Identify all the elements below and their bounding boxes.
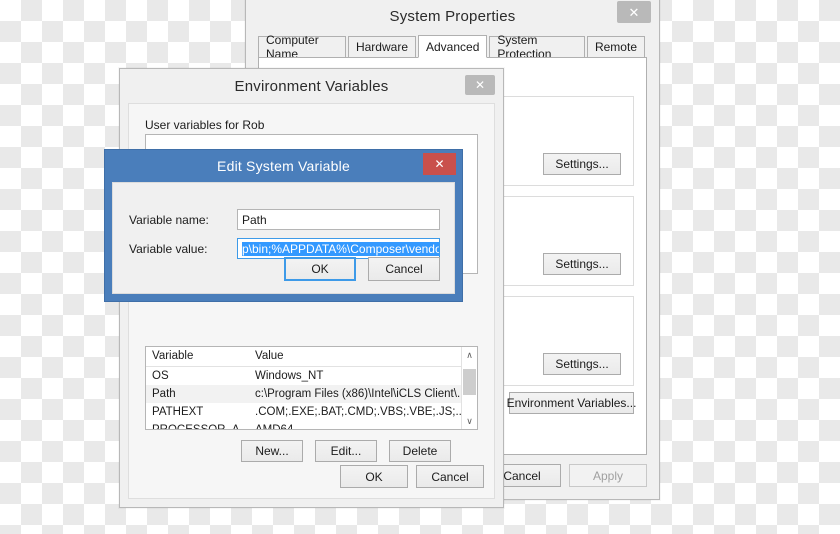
tab-hardware[interactable]: Hardware: [347, 36, 416, 57]
delete-variable-button[interactable]: Delete: [389, 440, 451, 462]
edit-system-variable-titlebar: Edit System Variable ✕: [105, 150, 462, 182]
table-row[interactable]: OS Windows_NT: [146, 367, 477, 385]
close-icon[interactable]: ✕: [465, 75, 495, 95]
performance-settings-button[interactable]: Settings...: [543, 153, 621, 175]
column-header-value[interactable]: Value: [249, 347, 477, 366]
close-icon[interactable]: ✕: [617, 1, 651, 23]
edit-system-variable-body: Variable name: Path Variable value: p\bi…: [112, 182, 455, 294]
environment-variables-cancel-button[interactable]: Cancel: [416, 465, 484, 488]
cell-value: Windows_NT: [255, 370, 324, 382]
startup-recovery-settings-button[interactable]: Settings...: [543, 353, 621, 375]
new-variable-button[interactable]: New...: [241, 440, 303, 462]
tab-advanced[interactable]: Advanced: [418, 35, 488, 58]
variable-value-row: Variable value: p\bin;%APPDATA%\Composer…: [129, 238, 440, 259]
table-header-row: Variable Value: [146, 347, 477, 367]
cell-value: .COM;.EXE;.BAT;.CMD;.VBS;.VBE;.JS;....: [255, 406, 469, 418]
tab-remote[interactable]: Remote: [586, 36, 645, 57]
variable-value-label: Variable value:: [129, 241, 208, 256]
cell-variable: PATHEXT: [152, 406, 204, 418]
scrollbar-thumb[interactable]: [463, 369, 476, 395]
edit-cancel-button[interactable]: Cancel: [368, 257, 440, 281]
variable-name-input[interactable]: Path: [237, 209, 440, 230]
scroll-down-icon[interactable]: ∨: [462, 413, 477, 429]
scroll-up-icon[interactable]: ∧: [462, 347, 477, 363]
close-icon[interactable]: ✕: [423, 153, 456, 175]
system-properties-tabstrip: Computer Name Hardware Advanced System P…: [258, 33, 647, 61]
user-profiles-settings-button[interactable]: Settings...: [543, 253, 621, 275]
system-variables-button-row: New... Edit... Delete: [241, 440, 451, 462]
cell-variable: OS: [152, 370, 169, 382]
tab-system-protection[interactable]: System Protection: [489, 33, 585, 61]
system-properties-title: System Properties: [389, 7, 516, 25]
tab-computer-name[interactable]: Computer Name: [258, 33, 346, 61]
cell-variable: PROCESSOR_A...: [152, 424, 249, 430]
cell-value: c:\Program Files (x86)\Intel\iCLS Client…: [255, 388, 467, 400]
table-scrollbar[interactable]: ∧ ∨: [461, 347, 477, 429]
system-variables-listbox[interactable]: Variable Value OS Windows_NT Path c:\Pro…: [145, 346, 478, 430]
variable-value-selected-text: p\bin;%APPDATA%\Composer\vendor\bin: [242, 241, 439, 256]
edit-system-variable-title: Edit System Variable: [217, 158, 350, 174]
table-row[interactable]: PATHEXT .COM;.EXE;.BAT;.CMD;.VBS;.VBE;.J…: [146, 403, 477, 421]
table-row[interactable]: PROCESSOR_A... AMD64: [146, 421, 477, 430]
system-properties-footer: Cancel Apply: [483, 464, 647, 487]
cell-value: AMD64: [255, 424, 294, 430]
environment-variables-footer: OK Cancel: [340, 465, 484, 488]
environment-variables-button[interactable]: Environment Variables...: [507, 392, 636, 414]
variable-value-input[interactable]: p\bin;%APPDATA%\Composer\vendor\bin: [237, 238, 440, 259]
environment-variables-title: Environment Variables: [234, 77, 389, 95]
environment-variables-titlebar: Environment Variables ✕: [120, 69, 503, 103]
column-header-variable[interactable]: Variable: [146, 347, 249, 366]
edit-ok-button[interactable]: OK: [284, 257, 356, 281]
edit-variable-button[interactable]: Edit...: [315, 440, 377, 462]
table-row[interactable]: Path c:\Program Files (x86)\Intel\iCLS C…: [146, 385, 477, 403]
variable-name-row: Variable name: Path: [129, 209, 440, 230]
user-variables-label: User variables for Rob: [145, 118, 265, 132]
variable-name-label: Variable name:: [129, 212, 209, 227]
cell-variable: Path: [152, 388, 176, 400]
edit-system-variable-footer: OK Cancel: [284, 257, 440, 281]
system-properties-titlebar: System Properties ✕: [246, 0, 659, 32]
system-properties-apply-button[interactable]: Apply: [569, 464, 647, 487]
environment-variables-ok-button[interactable]: OK: [340, 465, 408, 488]
edit-system-variable-dialog: Edit System Variable ✕ Variable name: Pa…: [104, 149, 463, 302]
